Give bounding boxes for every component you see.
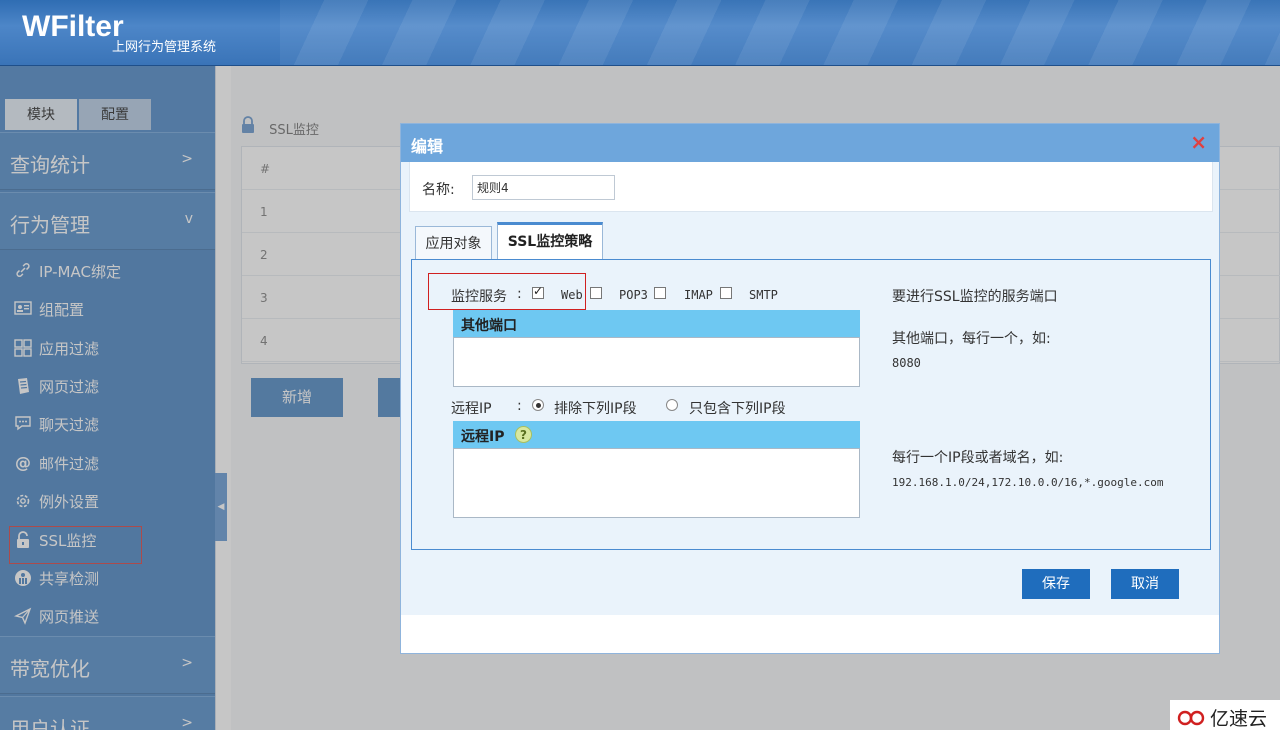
- cloud-logo-icon: [1176, 707, 1206, 727]
- remote-ip-title: 远程IP: [461, 429, 505, 445]
- app-header: WFilter 上网行为管理系统: [0, 0, 1280, 66]
- remote-ip-colon: :: [517, 398, 522, 414]
- name-label: 名称:: [422, 182, 455, 198]
- imap-option-label: IMAP: [684, 288, 713, 302]
- include-only-ip-option-label: 只包含下列IP段: [689, 401, 786, 417]
- watermark: 亿速云: [1170, 700, 1280, 730]
- ports-help-title: 要进行SSL监控的服务端口: [892, 289, 1058, 305]
- save-button[interactable]: 保存: [1022, 569, 1090, 599]
- remote-ip-textarea[interactable]: [453, 448, 860, 518]
- highlight-box-monitor-service: [428, 273, 586, 310]
- name-row: 名称:: [409, 162, 1213, 212]
- name-field[interactable]: [472, 175, 615, 200]
- dialog-header: 编辑 ×: [401, 124, 1219, 162]
- cancel-button[interactable]: 取消: [1111, 569, 1179, 599]
- remote-ip-label: 远程IP: [451, 401, 492, 417]
- pop3-option-label: POP3: [619, 288, 648, 302]
- exclude-ip-option-label: 排除下列IP段: [554, 401, 637, 417]
- app-subtitle: 上网行为管理系统: [112, 40, 217, 55]
- edit-dialog: 编辑 × 名称: 应用对象 SSL监控策略 监控服务 : Web POP3 IM…: [400, 123, 1220, 654]
- tab-apply-target[interactable]: 应用对象: [415, 226, 492, 260]
- ip-help-example: 192.168.1.0/24,172.10.0.0/16,*.google.co…: [892, 476, 1164, 489]
- ip-help-hint: 每行一个IP段或者域名，如:: [892, 450, 1064, 466]
- smtp-option-label: SMTP: [749, 288, 778, 302]
- dialog-title: 编辑: [411, 137, 444, 156]
- exclude-ip-radio[interactable]: [532, 399, 544, 411]
- include-only-ip-radio[interactable]: [666, 399, 678, 411]
- ports-help-example: 8080: [892, 356, 921, 370]
- other-ports-header: 其他端口: [453, 310, 860, 337]
- pop3-checkbox[interactable]: [590, 287, 602, 299]
- smtp-checkbox[interactable]: [720, 287, 732, 299]
- header-decoration: [280, 0, 1280, 65]
- watermark-text: 亿速云: [1210, 708, 1268, 730]
- other-ports-title: 其他端口: [461, 318, 517, 334]
- app-logo: WFilter: [22, 10, 124, 43]
- other-ports-textarea[interactable]: [453, 337, 860, 387]
- ssl-policy-panel: 监控服务 : Web POP3 IMAP SMTP 其他端口 远程IP : 排除…: [411, 259, 1211, 550]
- imap-checkbox[interactable]: [654, 287, 666, 299]
- help-icon[interactable]: ?: [515, 426, 532, 443]
- tab-ssl-policy[interactable]: SSL监控策略: [497, 222, 603, 260]
- close-icon[interactable]: ×: [1190, 131, 1207, 153]
- ports-help-hint: 其他端口，每行一个，如:: [892, 331, 1051, 347]
- remote-ip-header: 远程IP ?: [453, 421, 860, 448]
